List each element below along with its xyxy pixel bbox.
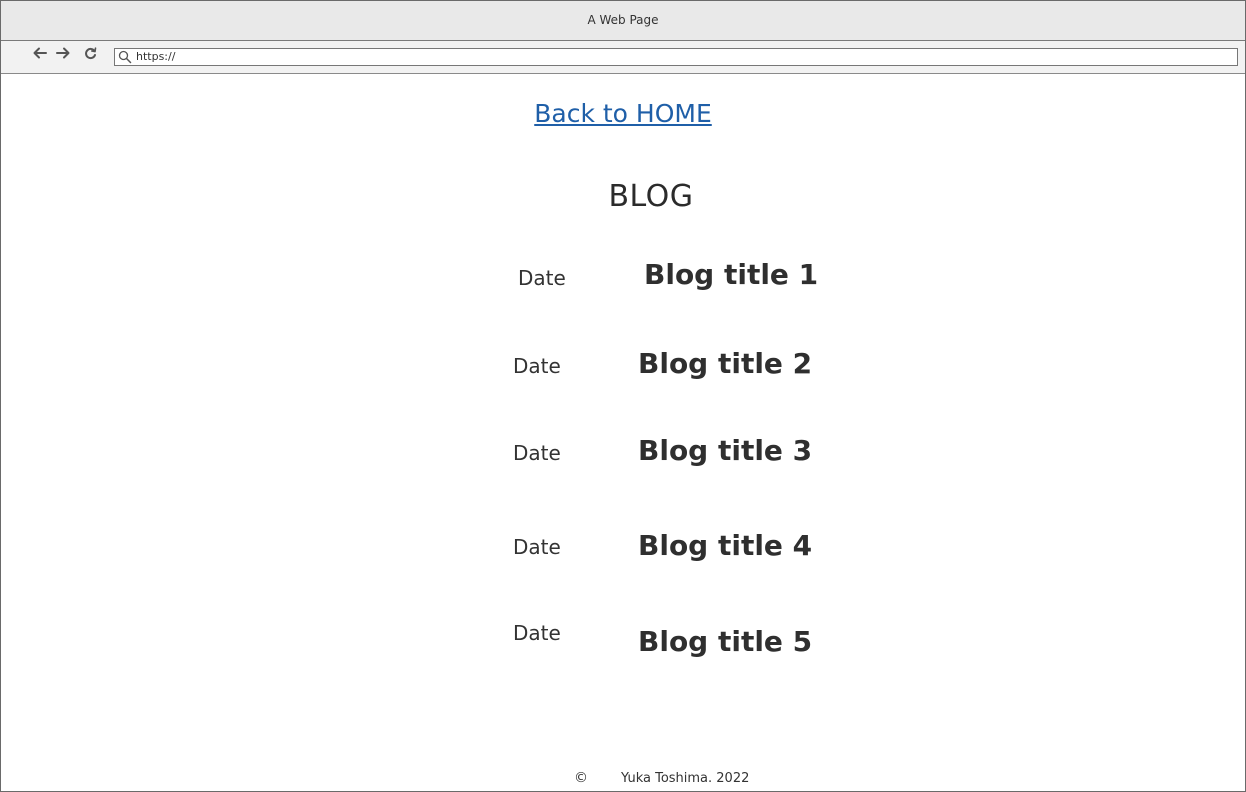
arrow-left-icon bbox=[33, 47, 47, 59]
blog-list-item[interactable]: Date Blog title 3 bbox=[1, 433, 1245, 473]
blog-title-link[interactable]: Blog title 1 bbox=[644, 258, 818, 291]
blog-date: Date bbox=[513, 441, 561, 465]
page-footer: © Yuka Toshima. 2022 bbox=[1, 770, 1245, 790]
address-text: https:// bbox=[136, 50, 176, 63]
reload-button[interactable] bbox=[80, 44, 100, 64]
blog-date: Date bbox=[513, 535, 561, 559]
page-title: BLOG bbox=[608, 179, 694, 214]
address-bar[interactable]: https:// bbox=[114, 48, 1238, 66]
reload-icon bbox=[84, 47, 96, 60]
blog-list-item[interactable]: Date Blog title 1 bbox=[1, 258, 1245, 298]
blog-title-link[interactable]: Blog title 3 bbox=[638, 434, 812, 467]
blog-title-link[interactable]: Blog title 5 bbox=[638, 625, 812, 658]
blog-list-item[interactable]: Date Blog title 4 bbox=[1, 529, 1245, 569]
blog-list-item[interactable]: Date Blog title 2 bbox=[1, 346, 1245, 386]
blog-list-item[interactable]: Date Blog title 5 bbox=[1, 616, 1245, 658]
back-button[interactable] bbox=[30, 44, 50, 64]
page-content: Back to HOME BLOG Date Blog title 1 Date… bbox=[1, 74, 1245, 791]
arrow-right-icon bbox=[56, 47, 70, 59]
blog-title-link[interactable]: Blog title 2 bbox=[638, 347, 812, 380]
back-to-home-link[interactable]: Back to HOME bbox=[1, 99, 1245, 128]
forward-button[interactable] bbox=[53, 44, 73, 64]
blog-date: Date bbox=[513, 354, 561, 378]
browser-window: A Web Page https:// Back to HOME BLOG Da… bbox=[0, 0, 1246, 792]
footer-text: Yuka Toshima. 2022 bbox=[621, 771, 750, 786]
copyright-icon: © bbox=[574, 770, 588, 786]
window-titlebar: A Web Page bbox=[1, 1, 1245, 41]
blog-date: Date bbox=[513, 621, 561, 645]
blog-title-link[interactable]: Blog title 4 bbox=[638, 529, 812, 562]
blog-date: Date bbox=[518, 266, 566, 290]
browser-toolbar: https:// bbox=[1, 41, 1245, 74]
search-icon bbox=[118, 50, 132, 64]
window-title: A Web Page bbox=[587, 13, 659, 27]
